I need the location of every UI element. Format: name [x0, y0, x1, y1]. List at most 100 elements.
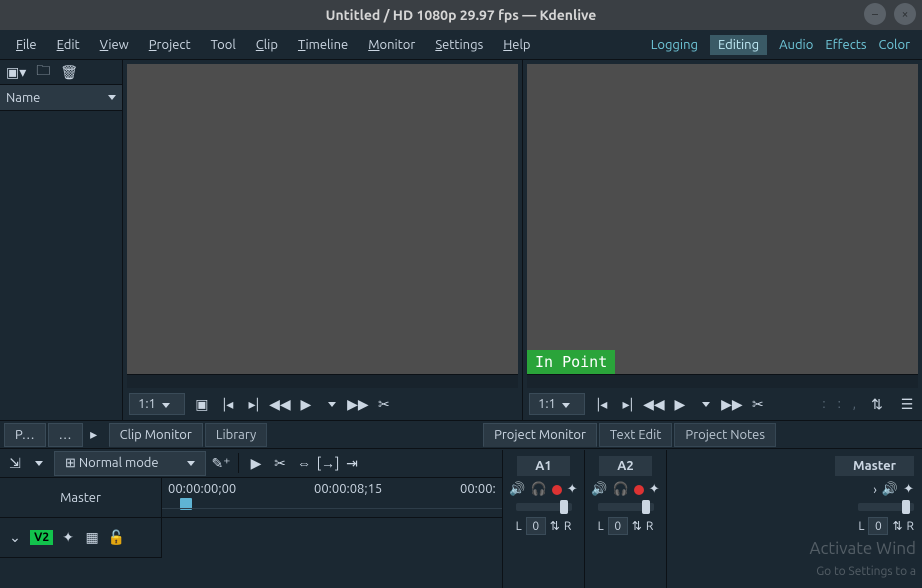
stepper-icon[interactable]: ⇅ — [892, 519, 902, 533]
menu-tool[interactable]: Tool — [201, 34, 246, 56]
menu-edit[interactable]: Edit — [47, 34, 90, 56]
bin-header[interactable]: Name — [0, 85, 122, 111]
v2-track-header[interactable]: ⌄ V2 ✦ ▦ 🔓 — [0, 518, 161, 558]
insert-icon[interactable]: [→] — [319, 454, 337, 472]
speaker-icon[interactable]: 🔊 — [509, 482, 525, 497]
minimize-button[interactable]: – — [864, 3, 886, 25]
master-slider[interactable] — [858, 503, 914, 511]
master-pan-input[interactable] — [868, 517, 888, 535]
crop-icon[interactable]: ✂ — [375, 395, 393, 413]
master-track-header[interactable]: Master — [0, 478, 161, 518]
tc-colon1: : — [822, 397, 825, 411]
in-point-icon[interactable]: |◂ — [219, 395, 237, 413]
project-bin: ▣▾ 🗀 🗑 Name — [0, 60, 123, 420]
trash-icon[interactable]: 🗑 — [60, 64, 78, 81]
menu-file[interactable]: File — [6, 34, 47, 56]
hide-icon[interactable]: ▦ — [83, 529, 101, 547]
effects-icon[interactable]: ✦ — [59, 529, 77, 547]
dropdown-icon[interactable] — [697, 395, 715, 413]
tab-project-notes[interactable]: Project Notes — [674, 423, 776, 447]
master-label: Master — [60, 491, 101, 505]
spacer-icon[interactable]: ⇔ — [295, 454, 313, 472]
forward-icon[interactable]: ▶▶ — [349, 395, 367, 413]
cursor-icon[interactable]: ▶ — [247, 454, 265, 472]
track-compositing-icon[interactable]: ⇲ — [6, 454, 24, 472]
clip-monitor-panel: 1:1 ▣ |◂ ▸| ◀◀ ▶ ▶▶ ✂ — [123, 60, 522, 420]
out-point-icon[interactable]: ▸| — [245, 395, 263, 413]
fx-icon[interactable]: ✦ — [903, 482, 914, 497]
tab-project-monitor[interactable]: Project Monitor — [483, 423, 597, 447]
tab-text-edit[interactable]: Text Edit — [599, 423, 673, 447]
layout-effects[interactable]: Effects — [825, 38, 866, 52]
stepper-icon[interactable]: ⇅ — [550, 519, 560, 533]
fx-icon[interactable]: ✦ — [649, 482, 660, 497]
play-icon[interactable]: ▶ — [671, 395, 689, 413]
rewind-icon[interactable]: ◀◀ — [271, 395, 289, 413]
edit-mode-select[interactable]: ⊞ Normal mode — [54, 451, 206, 476]
menu-settings[interactable]: Settings — [425, 34, 493, 56]
folder-icon[interactable]: 🗀 — [36, 60, 50, 84]
record-icon[interactable] — [634, 485, 644, 495]
fx-icon[interactable]: ✦ — [567, 482, 578, 497]
project-monitor-ruler[interactable] — [527, 374, 918, 388]
stepper-icon[interactable]: ⇅ — [632, 519, 642, 533]
layout-logging[interactable]: Logging — [651, 38, 698, 52]
clip-monitor-ruler[interactable] — [127, 374, 518, 388]
crop-icon[interactable]: ✂ — [749, 395, 767, 413]
proj-zoom-select[interactable]: 1:1 — [529, 393, 585, 415]
layout-audio[interactable]: Audio — [779, 38, 813, 52]
speaker-icon[interactable]: 🔊 — [591, 482, 607, 497]
project-monitor-view[interactable]: In Point — [527, 64, 918, 374]
menu-help[interactable]: Help — [493, 34, 540, 56]
clip-monitor-view[interactable] — [127, 64, 518, 374]
full-frame-icon[interactable]: ▣ — [193, 395, 211, 413]
a1-pan-input[interactable] — [526, 517, 546, 535]
speaker-icon[interactable]: 🔊 — [882, 482, 898, 497]
tab-p[interactable]: P… — [4, 423, 46, 447]
lock-icon[interactable]: 🔓 — [107, 529, 125, 547]
chevron-down-icon[interactable]: ⌄ — [6, 529, 24, 547]
r-label: R — [646, 520, 654, 533]
overwrite-icon[interactable]: ⇥ — [343, 454, 361, 472]
headphone-icon[interactable]: 🎧 — [531, 482, 547, 497]
rewind-icon[interactable]: ◀◀ — [645, 395, 663, 413]
tab-next-icon[interactable]: ▸ — [85, 426, 103, 444]
menu-view[interactable]: View — [90, 34, 139, 56]
in-point-icon[interactable]: |◂ — [593, 395, 611, 413]
out-point-icon[interactable]: ▸| — [619, 395, 637, 413]
l-label: L — [516, 520, 522, 533]
tools-icon[interactable]: ✎⁺ — [212, 454, 230, 472]
tab-more[interactable]: … — [48, 423, 83, 447]
stepper-icon[interactable]: ⇅ — [868, 395, 886, 413]
in-point-badge: In Point — [527, 350, 615, 374]
bin-body[interactable] — [0, 111, 122, 420]
menu-clip[interactable]: Clip — [246, 34, 288, 56]
layout-color[interactable]: Color — [879, 38, 911, 52]
forward-icon[interactable]: ▶▶ — [723, 395, 741, 413]
headphone-icon[interactable]: 🎧 — [613, 482, 629, 497]
a2-pan-input[interactable] — [608, 517, 628, 535]
razor-icon[interactable]: ✂ — [271, 454, 289, 472]
close-button[interactable]: × — [894, 3, 916, 25]
menu-monitor[interactable]: Monitor — [358, 34, 425, 56]
dropdown-icon[interactable] — [323, 395, 341, 413]
record-icon[interactable] — [552, 485, 562, 495]
play-icon[interactable]: ▶ — [297, 395, 315, 413]
add-clip-icon[interactable]: ▣▾ — [6, 64, 26, 81]
bin-column-name: Name — [6, 91, 40, 105]
menu-icon[interactable]: ☰ — [898, 395, 916, 413]
track-headers: Master ⌄ V2 ✦ ▦ 🔓 — [0, 478, 162, 558]
tab-clip-monitor[interactable]: Clip Monitor — [109, 423, 203, 447]
a2-slider[interactable] — [598, 503, 654, 511]
clip-zoom-select[interactable]: 1:1 — [129, 393, 185, 415]
expand-icon[interactable]: › — [873, 483, 877, 497]
dropdown-icon[interactable] — [30, 454, 48, 472]
layout-editing[interactable]: Editing — [710, 35, 767, 55]
menu-project[interactable]: Project — [139, 34, 201, 56]
a1-slider[interactable] — [516, 503, 572, 511]
channel-master: Master › 🔊 ✦ L ⇅ R — [667, 450, 922, 588]
menu-timeline[interactable]: Timeline — [288, 34, 358, 56]
clip-monitor-controls: 1:1 ▣ |◂ ▸| ◀◀ ▶ ▶▶ ✂ — [123, 388, 522, 420]
v2-tag: V2 — [30, 530, 53, 545]
r-label: R — [907, 520, 915, 533]
